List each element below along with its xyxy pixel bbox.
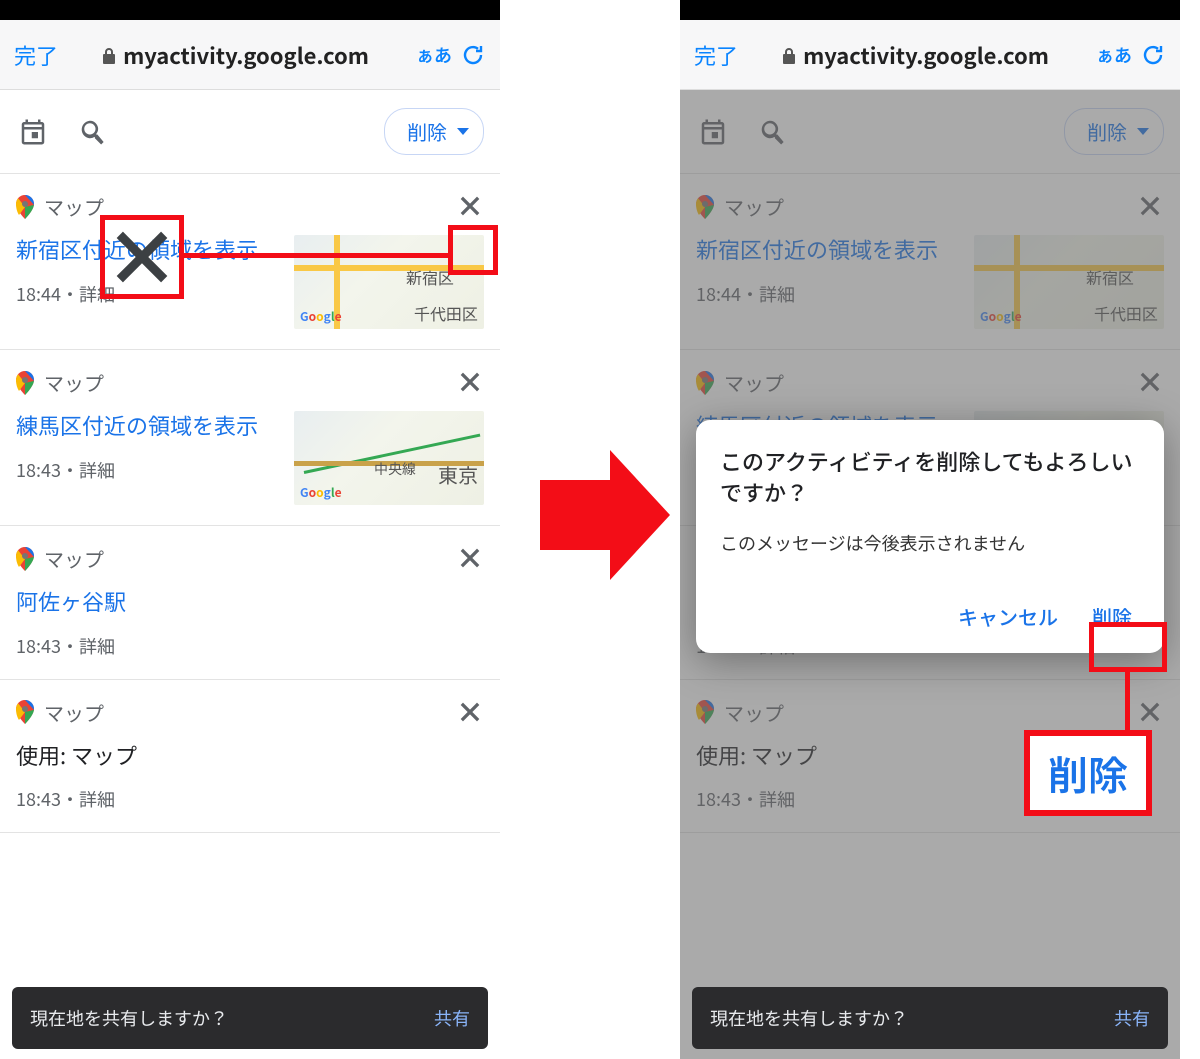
app-name: マップ [724, 698, 784, 727]
confirm-dialog: このアクティビティを削除してもよろしいですか？ このメッセージは今後表示されませ… [696, 420, 1164, 653]
browser-chrome: 完了 myactivity.google.com ぁあ [0, 20, 500, 90]
cancel-button[interactable]: キャンセル [950, 596, 1066, 637]
annotation-delete-highlight [1089, 622, 1167, 672]
map-thumbnail[interactable]: 中央線 東京 Google [294, 411, 484, 505]
map-thumbnail[interactable]: 新宿区千代田区 Google [974, 235, 1164, 329]
toolbar: 削除 [0, 90, 500, 173]
reload-button[interactable] [1140, 42, 1166, 68]
snackbar: 現在地を共有しますか？ 共有 [692, 987, 1168, 1049]
calendar-icon[interactable] [698, 117, 728, 147]
search-icon[interactable] [758, 117, 788, 147]
activity-meta[interactable]: 18:43・詳細 [16, 786, 484, 812]
activity-title[interactable]: 新宿区付近の領域を表示 [696, 235, 962, 265]
close-icon[interactable] [456, 368, 486, 398]
maps-pin-icon [696, 700, 714, 724]
close-icon[interactable] [1136, 368, 1166, 398]
app-name: マップ [44, 192, 104, 221]
close-icon[interactable] [456, 544, 486, 574]
annotation-x-highlight [448, 225, 498, 275]
close-icon[interactable] [1136, 698, 1166, 728]
maps-pin-icon [16, 547, 34, 571]
maps-pin-icon [16, 371, 34, 395]
thumb-label: 千代田区 [1094, 301, 1158, 325]
snackbar-action[interactable]: 共有 [1114, 1005, 1150, 1031]
activity-title[interactable]: 阿佐ヶ谷駅 [16, 587, 484, 617]
phone-right: 完了 myactivity.google.com ぁあ 削除 [680, 0, 1180, 1059]
dialog-title: このアクティビティを削除してもよろしいですか？ [720, 446, 1140, 508]
delete-dropdown-label: 削除 [1087, 117, 1127, 146]
text-size-button[interactable]: ぁあ [1096, 42, 1132, 68]
delete-dropdown[interactable]: 削除 [1064, 108, 1164, 155]
url-bar[interactable]: myactivity.google.com [66, 39, 404, 71]
delete-dropdown[interactable]: 削除 [384, 108, 484, 155]
activity-title: 使用: マップ [16, 741, 484, 771]
thumb-label: 新宿区 [406, 265, 454, 289]
text-size-button[interactable]: ぁあ [416, 42, 452, 68]
snackbar-action[interactable]: 共有 [434, 1005, 470, 1031]
thumb-label: 東京 [438, 460, 478, 489]
activity-card: マップ阿佐ヶ谷駅 18:43・詳細 [0, 526, 500, 679]
phone-left: 完了 myactivity.google.com ぁあ 削除 [0, 0, 500, 1059]
activity-meta[interactable]: 18:43・詳細 [16, 633, 484, 659]
app-name: マップ [44, 368, 104, 397]
close-icon[interactable] [456, 698, 486, 728]
delete-dropdown-label: 削除 [407, 117, 447, 146]
app-name: マップ [44, 544, 104, 573]
url-text: myactivity.google.com [803, 39, 1049, 71]
activity-card: マップ練馬区付近の領域を表示 18:43・詳細 中央線 東京 Google [0, 350, 500, 525]
chevron-down-icon [1137, 128, 1149, 135]
annotation-big-x-box [100, 215, 184, 299]
activity-card: マップ新宿区付近の領域を表示18:44・詳細新宿区千代田区Google [0, 174, 500, 349]
thumb-label: 中央線 [374, 459, 416, 479]
reload-button[interactable] [460, 42, 486, 68]
close-icon[interactable] [456, 192, 486, 222]
google-logo: Google [300, 308, 342, 325]
annotation-connector-v [1125, 672, 1130, 730]
snackbar: 現在地を共有しますか？ 共有 [12, 987, 488, 1049]
search-icon[interactable] [78, 117, 108, 147]
url-text: myactivity.google.com [123, 39, 369, 71]
maps-pin-icon [16, 195, 34, 219]
google-logo: Google [980, 308, 1022, 325]
thumb-label: 千代田区 [414, 301, 478, 325]
close-icon[interactable] [1136, 192, 1166, 222]
maps-pin-icon [696, 371, 714, 395]
thumb-label: 新宿区 [1086, 265, 1134, 289]
status-bar [680, 0, 1180, 20]
chevron-down-icon [457, 128, 469, 135]
arrow-annotation [540, 480, 610, 550]
activity-meta[interactable]: 18:43・詳細 [16, 457, 282, 483]
lock-icon [781, 46, 797, 64]
activity-title[interactable]: 練馬区付近の領域を表示 [16, 411, 282, 441]
lock-icon [101, 46, 117, 64]
activity-card: マップ新宿区付近の領域を表示 18:44・詳細 新宿区千代田区 Google [680, 174, 1180, 349]
snackbar-text: 現在地を共有しますか？ [710, 1005, 908, 1031]
annotation-connector [184, 253, 448, 258]
maps-pin-icon [16, 700, 34, 724]
maps-pin-icon [696, 195, 714, 219]
browser-chrome: 完了 myactivity.google.com ぁあ [680, 20, 1180, 90]
dialog-message: このメッセージは今後表示されません [720, 530, 1140, 556]
google-logo: Google [300, 484, 342, 501]
done-button[interactable]: 完了 [694, 39, 738, 71]
activity-meta[interactable]: 18:44・詳細 [696, 281, 962, 307]
arrow-annotation-head [610, 450, 670, 580]
calendar-icon[interactable] [18, 117, 48, 147]
annotation-delete-callout: 削除 [1024, 730, 1152, 816]
status-bar [0, 0, 500, 20]
app-name: マップ [44, 698, 104, 727]
app-name: マップ [724, 368, 784, 397]
snackbar-text: 現在地を共有しますか？ [30, 1005, 228, 1031]
activity-card: マップ使用: マップ 18:43・詳細 [0, 680, 500, 833]
app-name: マップ [724, 192, 784, 221]
url-bar[interactable]: myactivity.google.com [746, 39, 1084, 71]
done-button[interactable]: 完了 [14, 39, 58, 71]
toolbar: 削除 [680, 90, 1180, 173]
